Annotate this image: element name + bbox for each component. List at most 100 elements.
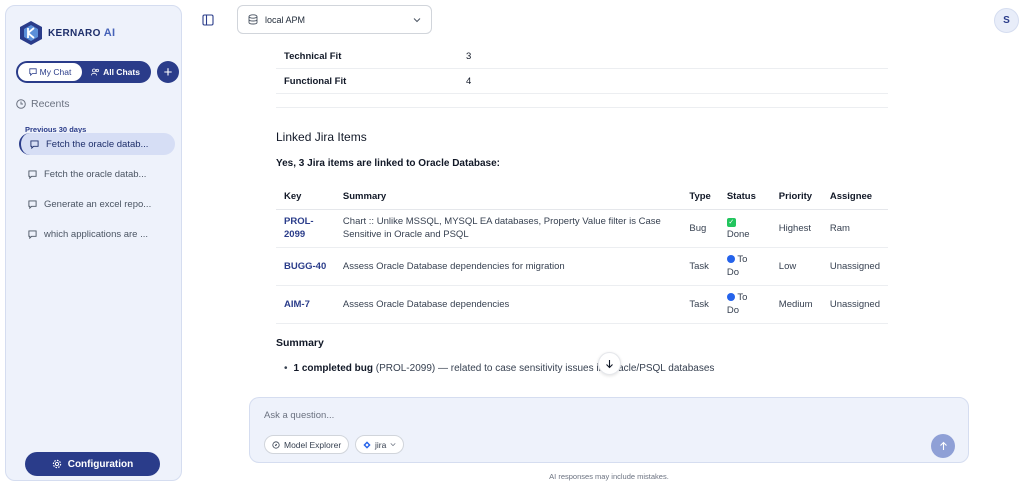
my-chat-tab[interactable]: My Chat: [18, 63, 82, 81]
fit-key: Functional Fit: [284, 75, 347, 87]
gear-icon: [52, 459, 61, 469]
all-chats-label: All Chats: [103, 67, 140, 77]
chevron-down-icon: [413, 17, 421, 22]
arrow-down-icon: [606, 359, 613, 368]
bullet-dot: •: [284, 363, 288, 374]
new-chat-button[interactable]: +: [157, 61, 179, 83]
scroll-to-bottom-button[interactable]: [598, 352, 621, 375]
jira-items-table: Key Summary Type Status Priority Assigne…: [276, 185, 888, 324]
chat-item-label: which applications are ...: [44, 228, 149, 240]
fit-row: Functional Fit 4: [276, 69, 888, 94]
chat-bubble-icon: [28, 199, 37, 209]
summary-bold: 1 completed bug: [293, 363, 373, 374]
type-cell: Task: [681, 285, 719, 324]
my-chat-label: My Chat: [39, 67, 72, 77]
jira-tool-select[interactable]: jira: [355, 435, 405, 454]
arrow-up-icon: [939, 441, 947, 450]
database-select-value: local APM: [265, 14, 306, 25]
status-text: Do: [726, 267, 739, 278]
table-header-row: Key Summary Type Status Priority Assigne…: [276, 185, 888, 210]
summary-heading: Summary: [276, 337, 324, 349]
check-box-icon: ✓: [726, 218, 736, 227]
fit-row: Technical Fit 3: [276, 44, 888, 69]
jira-key-link[interactable]: BUGG-40: [276, 247, 335, 286]
sidebar-toggle-icon[interactable]: [198, 11, 218, 29]
chat-composer: Model Explorer jira: [249, 397, 969, 463]
logo-suffix: AI: [103, 27, 116, 39]
model-explorer-chip[interactable]: Model Explorer: [264, 435, 350, 454]
summary-cell: Assess Oracle Database dependencies for …: [334, 247, 682, 286]
user-avatar[interactable]: S: [994, 8, 1019, 33]
summary-text: 1 completed bug (PROL-2099) — related to…: [294, 363, 715, 374]
logo-mark-icon: [20, 21, 42, 45]
app-logo[interactable]: KERNARO AI: [18, 20, 115, 46]
plus-icon: +: [163, 63, 173, 81]
assignee-cell: Ram: [821, 209, 888, 248]
column-header: Type: [681, 185, 719, 210]
fit-value: 4: [466, 75, 472, 87]
column-header: Status: [718, 185, 771, 210]
linked-jira-heading: Linked Jira Items: [276, 130, 367, 144]
avatar-initial: S: [1003, 15, 1010, 26]
configuration-label: Configuration: [67, 458, 134, 470]
status-text: To: [737, 254, 748, 265]
summary-bullet: • 1 completed bug (PROL-2099) — related …: [284, 363, 714, 374]
chat-response: Technical Fit 3 Functional Fit 4: [276, 44, 888, 108]
priority-cell: Medium: [770, 285, 822, 324]
question-input[interactable]: [264, 410, 904, 421]
type-cell: Bug: [681, 209, 719, 248]
summary-cell: Assess Oracle Database dependencies: [334, 285, 682, 324]
jira-label: jira: [375, 439, 387, 450]
column-header: Summary: [334, 185, 682, 210]
sidebar: KERNARO AI My Chat All Chats + Recents P…: [5, 5, 182, 481]
status-text: Done: [726, 229, 750, 240]
chat-bubble-icon: [29, 68, 37, 76]
chat-item[interactable]: Fetch the oracle datab...: [19, 163, 175, 185]
chat-bubble-icon: [28, 169, 37, 179]
key-line: PROL-: [284, 216, 314, 227]
all-chats-tab[interactable]: All Chats: [82, 63, 149, 81]
column-header: Priority: [770, 185, 822, 210]
key-line: 2099: [284, 229, 306, 240]
table-row: AIM-7 Assess Oracle Database dependencie…: [276, 285, 888, 324]
chat-item[interactable]: Generate an excel repo...: [19, 193, 175, 215]
status-text: To: [737, 292, 748, 303]
status-text: Do: [726, 305, 739, 316]
ai-disclaimer: AI responses may include mistakes.: [549, 472, 669, 481]
priority-cell: Low: [770, 247, 822, 286]
column-header: Key: [276, 185, 335, 210]
recents-header: Recents: [16, 98, 70, 110]
jira-key-link[interactable]: AIM-7: [276, 285, 335, 324]
type-cell: Task: [681, 247, 719, 286]
chat-bubble-icon: [28, 229, 37, 239]
fit-key: Technical Fit: [284, 50, 342, 62]
column-header: Assignee: [821, 185, 888, 210]
assignee-cell: Unassigned: [821, 285, 888, 324]
status-cell: ✓ Done: [718, 209, 771, 248]
summary-rest: (PROL-2099) — related to case sensitivit…: [375, 363, 715, 374]
summary-line: Chart :: Unlike MSSQL, MYSQL EA database…: [342, 216, 661, 227]
chat-item-label: Generate an excel repo...: [44, 198, 152, 210]
linked-jira-subheading: Yes, 3 Jira items are linked to Oracle D…: [276, 158, 501, 169]
jira-key-link[interactable]: PROL- 2099: [276, 209, 335, 248]
recents-label: Recents: [31, 98, 70, 110]
chat-item-label: Fetch the oracle datab...: [44, 168, 147, 180]
chevron-down-icon: [390, 443, 396, 447]
chat-item-label: Fetch the oracle datab...: [46, 138, 149, 150]
database-select[interactable]: local APM: [237, 5, 432, 34]
chat-item[interactable]: Fetch the oracle datab...: [19, 133, 175, 155]
chat-scope-toggle: My Chat All Chats: [16, 61, 151, 83]
compass-icon: [272, 440, 280, 449]
table-row: PROL-2099 Chart :: Unlike MSSQL, MYSQL E…: [276, 209, 888, 248]
assignee-cell: Unassigned: [821, 247, 888, 286]
chat-bubble-icon: [30, 139, 39, 149]
blue-circle-icon: [726, 255, 735, 263]
table-row: BUGG-40 Assess Oracle Database dependenc…: [276, 247, 888, 286]
send-button[interactable]: [931, 434, 955, 458]
database-icon: [248, 14, 258, 25]
chat-item[interactable]: which applications are ...: [19, 223, 175, 245]
clock-icon: [16, 99, 26, 109]
summary-line: Sensitive in Oracle and PSQL: [342, 229, 469, 240]
fit-value: 3: [466, 50, 472, 62]
table-divider: [276, 94, 888, 108]
